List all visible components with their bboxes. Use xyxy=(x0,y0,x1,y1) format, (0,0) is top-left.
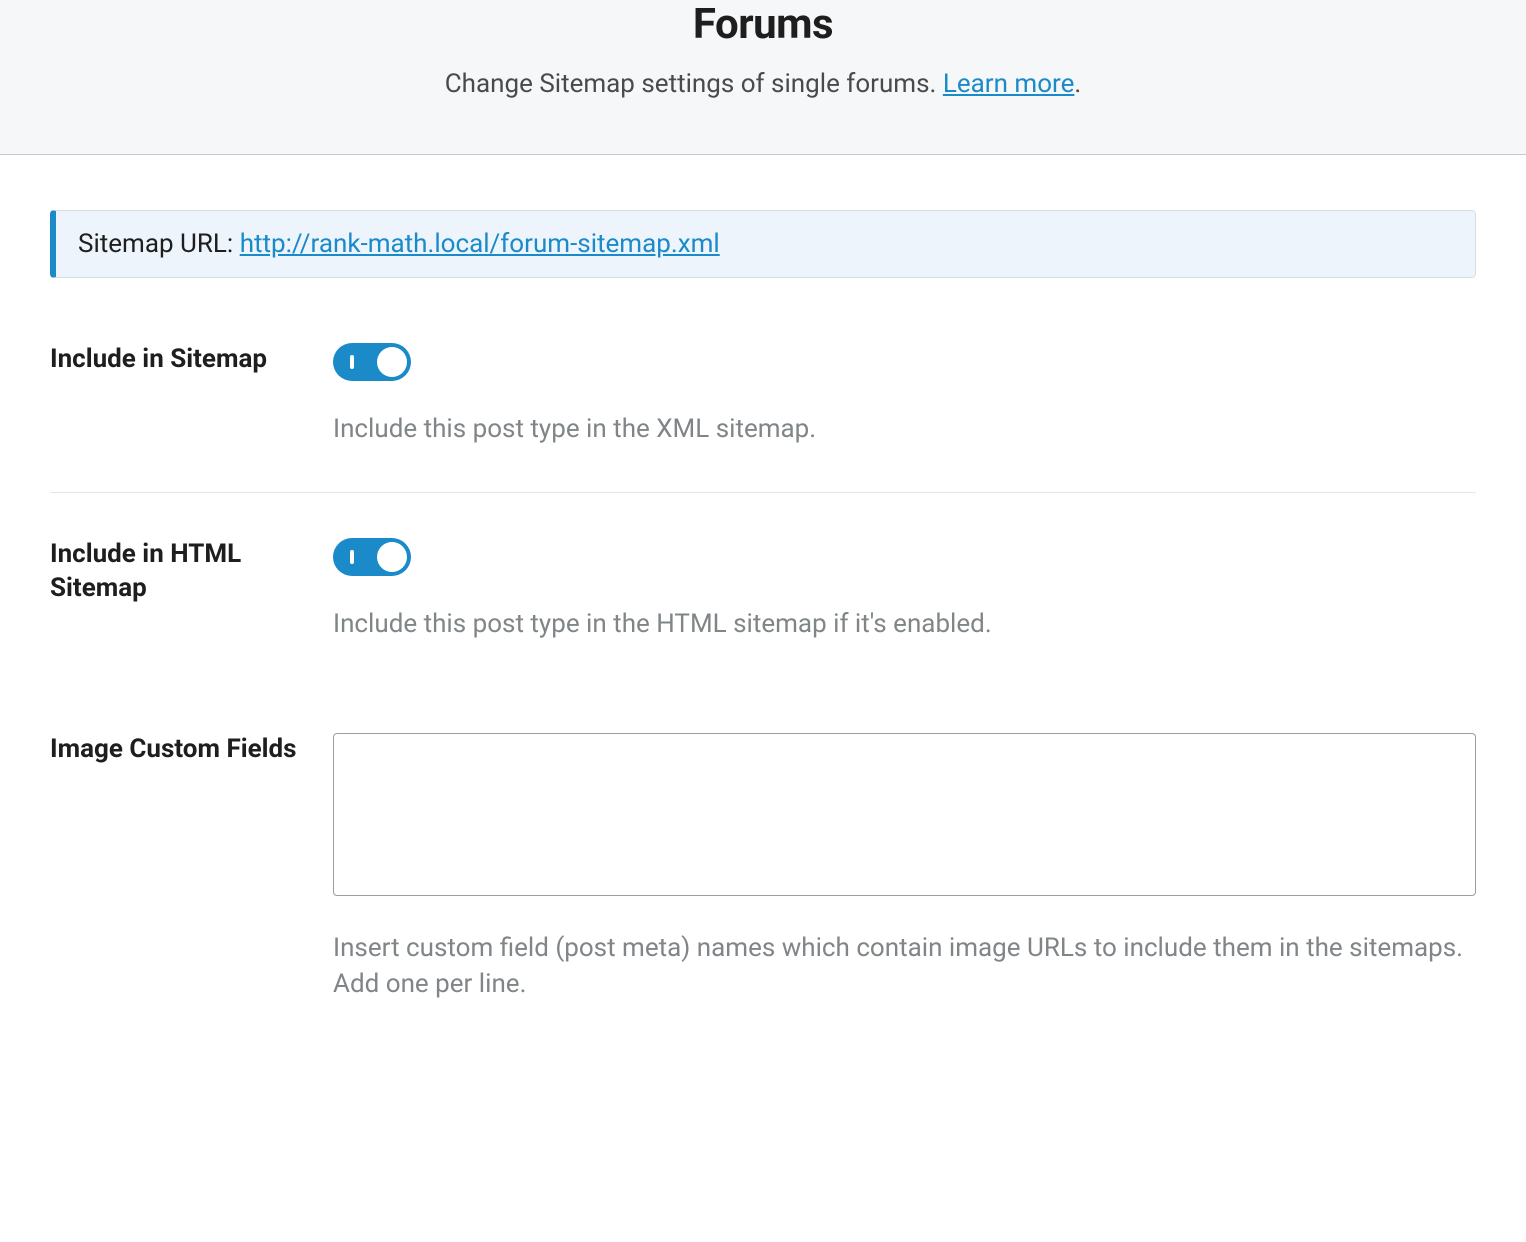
learn-more-link[interactable]: Learn more xyxy=(943,69,1075,99)
toggle-include-sitemap[interactable] xyxy=(333,343,411,381)
notice-label: Sitemap URL: xyxy=(78,229,240,259)
page-title: Forums xyxy=(163,0,1363,49)
field-label-include-sitemap: Include in Sitemap xyxy=(50,343,333,377)
toggle-on-indicator-icon xyxy=(350,355,354,369)
field-label-image-custom-fields: Image Custom Fields xyxy=(50,733,333,767)
toggle-include-html-sitemap[interactable] xyxy=(333,538,411,576)
page-subtitle: Change Sitemap settings of single forums… xyxy=(163,69,1363,99)
image-custom-fields-textarea[interactable] xyxy=(333,733,1476,896)
description-image-custom-fields: Insert custom field (post meta) names wh… xyxy=(333,930,1476,1003)
settings-content: Sitemap URL: http://rank-math.local/foru… xyxy=(0,155,1526,1048)
sitemap-url-link[interactable]: http://rank-math.local/forum-sitemap.xml xyxy=(240,229,720,259)
field-label-include-html-sitemap: Include in HTML Sitemap xyxy=(50,538,333,606)
toggle-knob-icon xyxy=(377,542,407,572)
field-image-custom-fields: Image Custom Fields Insert custom field … xyxy=(50,733,1476,1048)
toggle-on-indicator-icon xyxy=(350,550,354,564)
field-include-in-sitemap: Include in Sitemap Include this post typ… xyxy=(50,343,1476,493)
page-header: Forums Change Sitemap settings of single… xyxy=(0,0,1526,155)
toggle-knob-icon xyxy=(377,347,407,377)
description-include-html-sitemap: Include this post type in the HTML sitem… xyxy=(333,606,1476,642)
sitemap-url-notice: Sitemap URL: http://rank-math.local/foru… xyxy=(50,210,1476,278)
description-include-sitemap: Include this post type in the XML sitema… xyxy=(333,411,1476,447)
subtitle-suffix: . xyxy=(1074,69,1081,99)
subtitle-text: Change Sitemap settings of single forums… xyxy=(445,69,943,99)
field-include-in-html-sitemap: Include in HTML Sitemap Include this pos… xyxy=(50,538,1476,687)
